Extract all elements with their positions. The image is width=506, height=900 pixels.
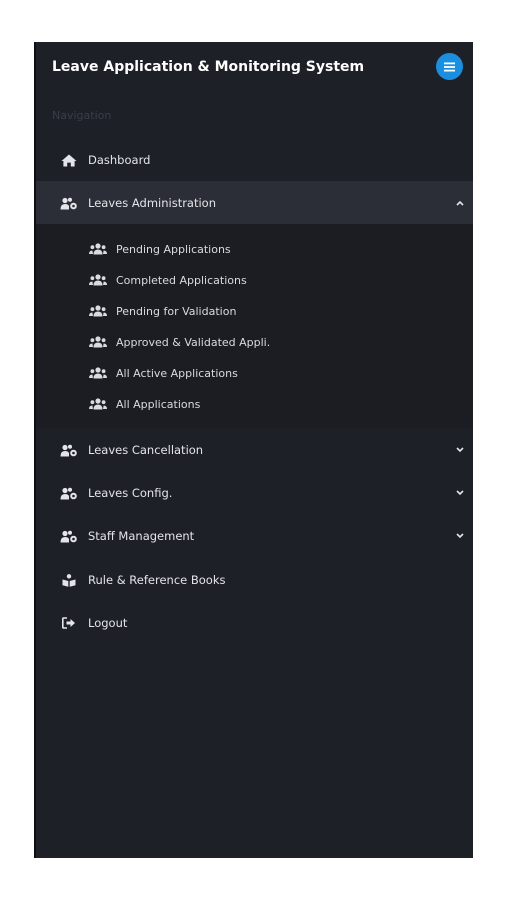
chevron-down-icon[interactable] [455,445,465,455]
submenu-item-approved-validated[interactable]: Approved & Validated Appli. [36,327,473,357]
submenu-item-label: Pending for Validation [116,304,237,318]
users-cog-icon [60,196,78,210]
nav-item-staff-management[interactable]: Staff Management [36,514,473,558]
submenu-item-pending-applications[interactable]: Pending Applications [36,234,473,264]
app-title: Leave Application & Monitoring System [52,59,365,75]
users-cog-icon [60,443,78,457]
nav-item-label: Dashboard [88,153,151,167]
book-reader-icon [60,573,78,587]
nav-item-label: Logout [88,616,128,630]
submenu-item-label: All Active Applications [116,366,238,380]
sidebar-panel: Leave Application & Monitoring System Na… [34,42,473,858]
navigation-section-label: Navigation [52,109,112,122]
nav-item-leaves-config[interactable]: Leaves Config. [36,471,473,515]
chevron-down-icon[interactable] [455,531,465,541]
nav-item-leaves-administration[interactable]: Leaves Administration [36,181,473,225]
submenu-item-label: Approved & Validated Appli. [116,335,271,349]
sign-out-icon [60,616,78,630]
home-icon [60,153,78,167]
nav-item-label: Leaves Cancellation [88,443,204,457]
submenu-item-label: All Applications [116,397,201,411]
submenu-item-all-applications[interactable]: All Applications [36,389,473,419]
chevron-down-icon[interactable] [455,488,465,498]
submenu-item-label: Pending Applications [116,242,231,256]
sidebar-header: Leave Application & Monitoring System [36,42,473,96]
users-cog-icon [60,529,78,543]
users-icon [89,305,107,317]
nav-item-dashboard[interactable]: Dashboard [36,138,473,182]
menu-toggle-button[interactable] [436,53,463,80]
nav-item-label: Staff Management [88,529,195,543]
users-cog-icon [60,486,78,500]
users-icon [89,336,107,348]
submenu-item-pending-for-validation[interactable]: Pending for Validation [36,296,473,326]
nav-item-label: Rule & Reference Books [88,573,226,587]
users-icon [89,398,107,410]
leaves-administration-submenu: Pending Applications Completed Applicati… [36,224,473,428]
submenu-item-completed-applications[interactable]: Completed Applications [36,265,473,295]
nav-item-logout[interactable]: Logout [36,601,473,645]
nav-item-label: Leaves Config. [88,486,173,500]
nav-item-leaves-cancellation[interactable]: Leaves Cancellation [36,428,473,472]
users-icon [89,367,107,379]
submenu-item-all-active-applications[interactable]: All Active Applications [36,358,473,388]
hamburger-icon [444,62,455,71]
nav-item-label: Leaves Administration [88,196,217,210]
users-icon [89,243,107,255]
nav-item-rule-reference-books[interactable]: Rule & Reference Books [36,558,473,602]
submenu-item-label: Completed Applications [116,273,247,287]
users-icon [89,274,107,286]
chevron-up-icon[interactable] [455,198,465,208]
